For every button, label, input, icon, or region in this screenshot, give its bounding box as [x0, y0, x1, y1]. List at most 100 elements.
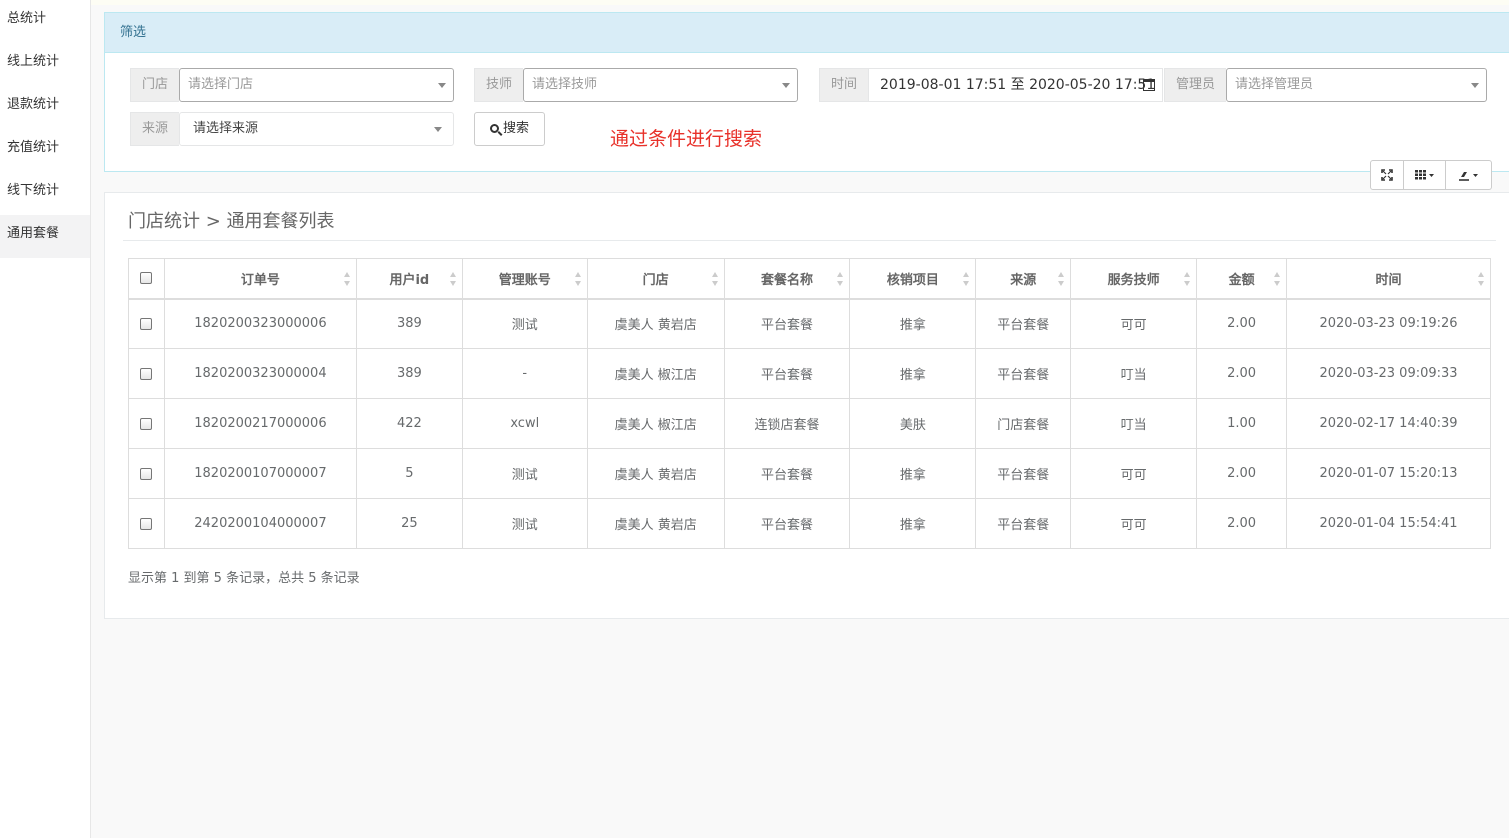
search-hint: 通过条件进行搜索 — [610, 128, 763, 150]
column-header[interactable]: 管理账号 — [461, 258, 588, 300]
export-icon — [1458, 172, 1478, 181]
sort-icon — [1274, 272, 1281, 286]
sort-icon — [343, 272, 350, 286]
admin-filter: 管理员 请选择管理员 — [1164, 68, 1488, 102]
column-header[interactable]: 服务技师 — [1070, 258, 1198, 300]
row-select-cell — [128, 498, 165, 549]
table-cell: 叮当 — [1070, 398, 1198, 449]
sidebar-item-offline-stats[interactable]: 线下统计 — [0, 172, 90, 215]
date-range-value: 2019-08-01 17:51 至 2020-05-20 17:51 — [880, 77, 1156, 93]
sidebar-item-online-stats[interactable]: 线上统计 — [0, 43, 90, 86]
column-header[interactable]: 时间 — [1286, 258, 1491, 300]
table-cell: 2020-01-04 15:54:41 — [1286, 498, 1491, 549]
tech-filter: 技师 请选择技师 — [474, 68, 799, 102]
table-cell: 2.00 — [1196, 498, 1288, 549]
store-select[interactable]: 请选择门店 — [179, 68, 455, 102]
table-cell: 平台套餐 — [975, 348, 1072, 399]
top-strip — [91, 0, 1509, 5]
row-checkbox[interactable] — [140, 467, 153, 480]
table-row: 1820200217000006 422 xcwl 虞美人 椒江店 连锁店套餐 美肤 门店套… — [128, 398, 1491, 449]
table-cell: 可可 — [1070, 298, 1198, 349]
row-checkbox[interactable] — [140, 417, 153, 430]
grid-icon — [1414, 170, 1434, 180]
sidebar: 总统计 线上统计 退款统计 充值统计 线下统计 通用套餐 — [0, 0, 91, 838]
admin-placeholder: 请选择管理员 — [1235, 77, 1314, 92]
tech-label: 技师 — [474, 68, 524, 102]
admin-select[interactable]: 请选择管理员 — [1226, 68, 1488, 102]
store-filter: 门店 请选择门店 — [130, 68, 455, 102]
calendar-icon — [1143, 79, 1156, 91]
table-cell: 422 — [355, 398, 463, 449]
table-cell: 可可 — [1070, 448, 1198, 499]
row-select-cell — [128, 348, 165, 399]
table-cell: 389 — [355, 348, 463, 399]
sort-icon — [963, 272, 970, 286]
source-select[interactable]: 请选择来源 — [179, 112, 455, 146]
column-header[interactable]: 核销项目 — [849, 258, 977, 300]
sidebar-item-total-stats[interactable]: 总统计 — [0, 0, 90, 43]
admin-label: 管理员 — [1164, 68, 1227, 102]
chevron-down-icon — [782, 83, 791, 88]
table-cell: 推拿 — [849, 348, 977, 399]
export-button[interactable] — [1446, 160, 1492, 190]
tech-select[interactable]: 请选择技师 — [523, 68, 799, 102]
chevron-down-icon — [1471, 83, 1480, 88]
sort-icon — [574, 272, 581, 286]
fullscreen-button[interactable] — [1370, 160, 1404, 190]
date-range-input[interactable]: 2019-08-01 17:51 至 2020-05-20 17:51 — [868, 68, 1164, 102]
column-header[interactable]: 用户id — [355, 258, 463, 300]
table-cell: 平台套餐 — [975, 498, 1072, 549]
search-label: 搜索 — [502, 121, 529, 136]
table-cell: 平台套餐 — [975, 298, 1072, 349]
table-cell: 389 — [355, 298, 463, 349]
table-cell: 2020-03-23 09:19:26 — [1286, 298, 1491, 349]
select-all-checkbox[interactable] — [140, 272, 153, 285]
column-header[interactable]: 金额 — [1196, 258, 1288, 300]
store-placeholder: 请选择门店 — [188, 77, 254, 92]
table-cell: 1.00 — [1196, 398, 1288, 449]
table-cell: 1820200217000006 — [163, 398, 357, 449]
table-row: 1820200323000004 389- 虞美人 椒江店 平台套餐 推拿 平台套餐 叮当 2… — [128, 348, 1491, 399]
row-select-cell — [128, 448, 165, 499]
table-cell: 25 — [355, 498, 463, 549]
table-cell: 虞美人 黄岩店 — [586, 498, 725, 549]
table-cell: 叮当 — [1070, 348, 1198, 399]
column-header[interactable]: 订单号 — [163, 258, 357, 300]
column-header[interactable]: 套餐名称 — [723, 258, 851, 300]
search-icon — [489, 124, 499, 133]
table-cell: 虞美人 黄岩店 — [586, 448, 725, 499]
source-label: 来源 — [130, 112, 180, 146]
search-button[interactable]: 搜索 — [474, 112, 545, 146]
table-cell: 2420200104000007 — [163, 498, 357, 549]
row-checkbox[interactable] — [140, 317, 153, 330]
fullscreen-icon — [1381, 169, 1393, 181]
row-checkbox[interactable] — [140, 367, 153, 380]
table-cell: 5 — [355, 448, 463, 499]
table-cell: 2020-03-23 09:09:33 — [1286, 348, 1491, 399]
table-cell: 2020-02-17 14:40:39 — [1286, 398, 1491, 449]
table-row: 2420200104000007 25 测试 虞美人 黄岩店 平台套餐 推拿 平台套餐 可可 2… — [128, 498, 1491, 549]
columns-button[interactable] — [1404, 160, 1446, 190]
table-cell: 2.00 — [1196, 298, 1288, 349]
table-cell: 1820200323000004 — [163, 348, 357, 399]
chevron-down-icon — [438, 83, 447, 88]
table-cell: 1820200323000006 — [163, 298, 357, 349]
table-toolbar — [1370, 160, 1492, 190]
sidebar-item-general-package[interactable]: 通用套餐 — [0, 215, 90, 258]
column-header[interactable]: 门店 — [586, 258, 725, 300]
table-cell: 平台套餐 — [975, 448, 1072, 499]
table-cell: - — [461, 348, 588, 399]
row-checkbox[interactable] — [140, 517, 153, 530]
sidebar-item-recharge-stats[interactable]: 充值统计 — [0, 129, 90, 172]
table-cell: 门店套餐 — [975, 398, 1072, 449]
column-header[interactable]: 来源 — [975, 258, 1072, 300]
table-cell: 平台套餐 — [723, 498, 851, 549]
table-cell: 平台套餐 — [723, 298, 851, 349]
sort-icon — [711, 272, 718, 286]
sidebar-item-refund-stats[interactable]: 退款统计 — [0, 86, 90, 129]
table-cell: 2.00 — [1196, 348, 1288, 399]
divider — [123, 240, 1496, 241]
time-filter: 时间 2019-08-01 17:51 至 2020-05-20 17:51 — [819, 68, 1164, 102]
sort-icon — [1058, 272, 1065, 286]
package-table: 订单号 用户id 管理账号 门店 套餐名称 核销项目 来源 服务技师 金额 时间… — [128, 258, 1491, 549]
